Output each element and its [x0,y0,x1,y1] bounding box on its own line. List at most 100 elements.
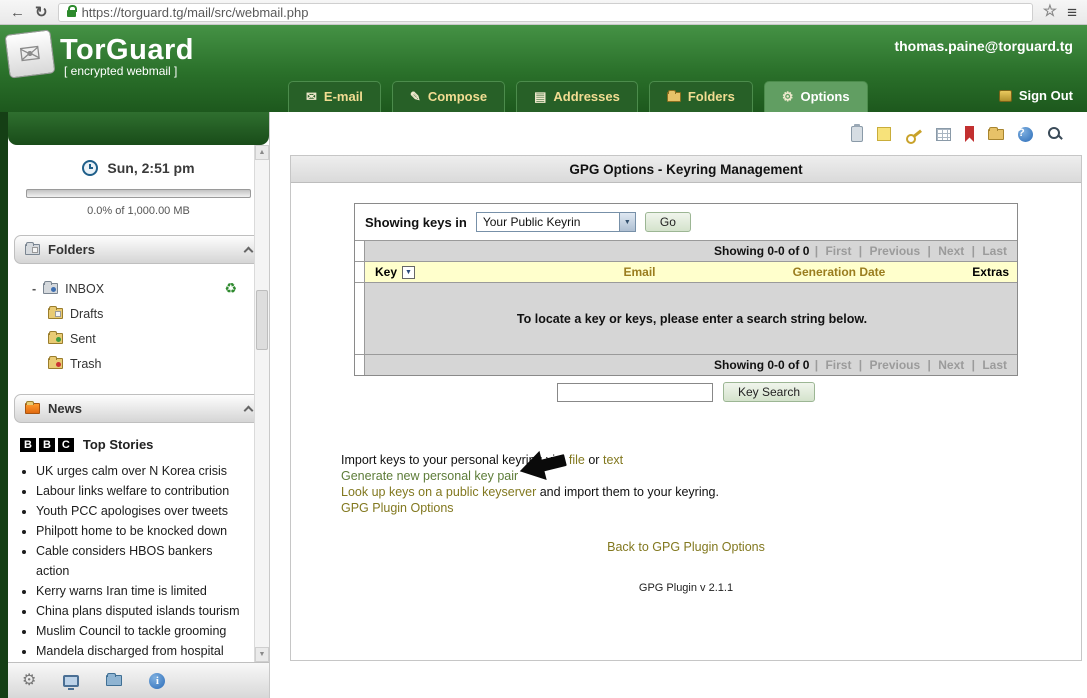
url-input[interactable] [82,5,1024,20]
chevron-up-icon [244,246,254,256]
import-text-link[interactable]: text [603,453,623,467]
key-search-button[interactable]: Key Search [723,382,815,402]
user-email: thomas.paine@torguard.tg [894,38,1073,54]
paging-previous-link[interactable]: Previous [870,244,921,258]
news-list: UK urges calm over N Korea crisis Labour… [36,461,241,681]
browser-menu-icon[interactable]: ≡ [1067,4,1077,21]
news-item[interactable]: China plans disputed islands tourism [36,601,241,621]
news-item[interactable]: Youth PCC apologises over tweets [36,501,241,521]
help-icon[interactable]: ? [1018,127,1033,142]
sidebar-item-drafts[interactable]: Drafts [48,301,269,326]
brand-subtitle: [ encrypted webmail ] [64,64,194,78]
keyring-table: Showing keys in Your Public Keyrin ▼ Go … [354,203,1018,376]
compose-icon: ✎ [410,90,421,103]
column-key: Key [375,265,397,279]
info-icon[interactable]: i [149,673,165,689]
gpg-links-block: Import keys to your personal keyring via… [341,452,1081,516]
back-to-gpg-options-link[interactable]: Back to GPG Plugin Options [607,540,765,554]
refresh-icon[interactable]: ↻ [35,5,48,20]
gpg-plugin-options-link[interactable]: GPG Plugin Options [341,501,454,515]
locate-key-message: To locate a key or keys, please enter a … [517,312,867,326]
url-bar[interactable] [58,3,1033,22]
sidebar-item-inbox[interactable]: - INBOX ♻ [32,276,269,301]
plugin-version: GPG Plugin v 2.1.1 [291,582,1081,594]
news-section-label: News [48,401,237,416]
folder-list: - INBOX ♻ Drafts Sent Trash [32,276,269,376]
paging-last-link[interactable]: Last [982,244,1007,258]
paging-first-link[interactable]: First [825,244,851,258]
folders-section-header[interactable]: Folders [14,235,263,264]
lookup-keyserver-link[interactable]: Look up keys on a public keyserver [341,485,536,499]
generate-key-pair-link[interactable]: Generate new personal key pair [341,469,518,483]
tab-folders[interactable]: Folders [649,81,753,112]
showing-keys-label: Showing keys in [365,215,467,230]
sort-dropdown-icon[interactable]: ▼ [402,266,415,279]
go-button[interactable]: Go [645,212,691,232]
paging-separator: | [928,244,931,258]
scroll-down-icon[interactable]: ▼ [255,647,269,662]
news-feed-title: Top Stories [83,437,154,452]
sidebar-item-sent[interactable]: Sent [48,326,269,351]
keyring-select-row: Showing keys in Your Public Keyrin ▼ Go [355,204,1017,240]
sidebar-bottom-toolbar: ⚙ i [8,662,269,698]
tab-compose[interactable]: ✎ Compose [392,81,505,112]
bookmark-star-icon[interactable]: ☆ [1043,4,1057,20]
paging-next-link[interactable]: Next [938,358,964,372]
key-icon[interactable] [905,126,922,142]
paging-separator: | [859,244,862,258]
sent-label: Sent [70,332,96,346]
news-item[interactable]: UK urges calm over N Korea crisis [36,461,241,481]
screen: ← ↻ ☆ ≡ ✉ TorGuard [ encrypted webmail ]… [0,0,1087,698]
folders-icon [667,92,681,102]
search-icon[interactable] [1047,126,1063,142]
column-email: Email [555,265,724,279]
note-icon[interactable] [877,127,891,141]
news-item[interactable]: Muslim Council to tackle grooming [36,621,241,641]
back-icon[interactable]: ← [10,5,25,20]
sidebar-scrollbar[interactable]: ▲ ▼ [254,145,269,662]
news-item[interactable]: Philpott home to be knocked down [36,521,241,541]
scrollbar-thumb[interactable] [256,290,268,350]
paging-last-link[interactable]: Last [982,358,1007,372]
gpg-options-panel: GPG Options - Keyring Management Showing… [290,155,1082,661]
tab-addresses[interactable]: ▤ Addresses [516,81,638,112]
settings-gear-icon[interactable]: ⚙ [22,673,36,689]
paging-next-link[interactable]: Next [938,244,964,258]
torguard-logo: ✉ [4,29,55,78]
paging-count: Showing 0-0 of 0 [714,358,809,372]
key-search-row: Key Search [291,382,1081,402]
keyring-select[interactable]: Your Public Keyrin ▼ [476,212,636,232]
brand: TorGuard [ encrypted webmail ] [60,34,194,78]
keyring-select-value: Your Public Keyrin [483,215,581,229]
news-item[interactable]: Labour links welfare to contribution [36,481,241,501]
options-toolbar: ? [851,126,1063,142]
news-feed-header[interactable]: B B C Top Stories [20,437,269,452]
paging-separator: | [972,244,975,258]
news-item[interactable]: Mandela discharged from hospital [36,641,241,661]
folder-manage-icon[interactable] [106,675,122,686]
display-icon[interactable] [63,675,79,687]
empty-table-message: To locate a key or keys, please enter a … [355,282,1017,354]
sign-out-label: Sign Out [1019,88,1073,103]
paging-first-link[interactable]: First [825,358,851,372]
refresh-folders-icon[interactable]: ♻ [224,280,237,297]
paging-previous-link[interactable]: Previous [870,358,921,372]
key-search-input[interactable] [557,383,713,402]
collapse-marker[interactable]: - [32,282,36,296]
news-section-header[interactable]: News [14,394,263,423]
folder-icon[interactable] [988,129,1004,140]
sidebar: Sun, 2:51 pm 0.0% of 1,000.00 MB Folders… [8,112,270,698]
news-item[interactable]: Kerry warns Iran time is limited [36,581,241,601]
tab-options[interactable]: ⚙ Options [764,81,868,112]
sign-out-button[interactable]: Sign Out [999,88,1073,103]
tab-email[interactable]: ✉ E-mail [288,81,381,112]
calendar-icon[interactable] [936,128,951,141]
scroll-up-icon[interactable]: ▲ [255,145,269,160]
column-generation-date: Generation Date [724,265,954,279]
bookmark-icon[interactable] [965,126,974,142]
clipboard-icon[interactable] [851,126,863,142]
sign-out-icon [999,90,1012,102]
tab-email-label: E-mail [324,89,363,104]
news-item[interactable]: Cable considers HBOS bankers action [36,541,241,581]
sidebar-item-trash[interactable]: Trash [48,351,269,376]
